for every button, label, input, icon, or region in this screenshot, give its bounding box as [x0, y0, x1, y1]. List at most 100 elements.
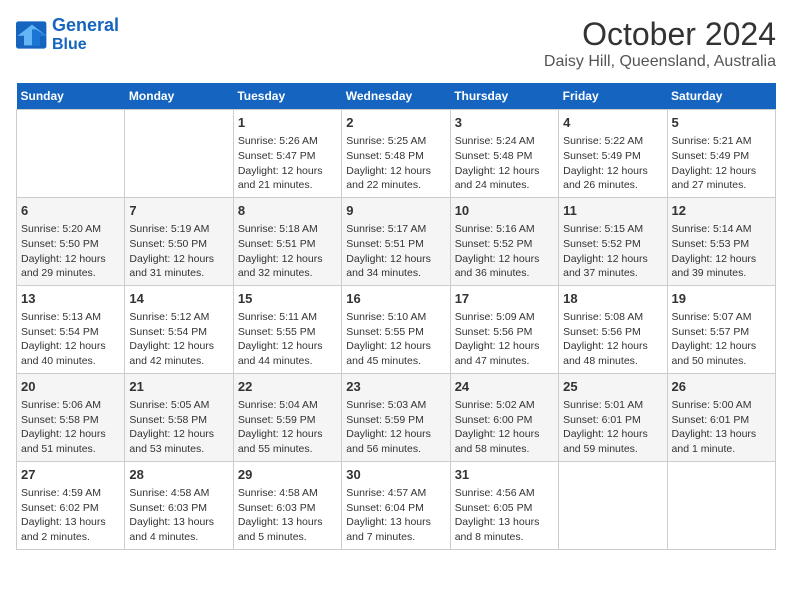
day-info: Sunrise: 5:05 AMSunset: 5:58 PMDaylight:… [129, 398, 228, 457]
day-number: 20 [21, 378, 120, 396]
day-info: Sunrise: 5:00 AMSunset: 6:01 PMDaylight:… [672, 398, 771, 457]
weekday-header: Wednesday [342, 83, 450, 110]
day-number: 16 [346, 290, 445, 308]
calendar-cell: 2 Sunrise: 5:25 AMSunset: 5:48 PMDaylight… [342, 110, 450, 198]
calendar-cell: 31 Sunrise: 4:56 AMSunset: 6:05 PMDayligh… [450, 461, 558, 549]
day-number: 25 [563, 378, 662, 396]
day-number: 12 [672, 202, 771, 220]
logo: General Blue [16, 16, 119, 53]
day-info: Sunrise: 5:21 AMSunset: 5:49 PMDaylight:… [672, 134, 771, 193]
calendar-cell: 25 Sunrise: 5:01 AMSunset: 6:01 PMDayligh… [559, 373, 667, 461]
day-number: 3 [455, 114, 554, 132]
calendar-cell [125, 110, 233, 198]
day-info: Sunrise: 5:24 AMSunset: 5:48 PMDaylight:… [455, 134, 554, 193]
calendar-week-row: 27 Sunrise: 4:59 AMSunset: 6:02 PMDayligh… [17, 461, 776, 549]
weekday-header: Sunday [17, 83, 125, 110]
day-info: Sunrise: 4:57 AMSunset: 6:04 PMDaylight:… [346, 486, 445, 545]
day-info: Sunrise: 5:14 AMSunset: 5:53 PMDaylight:… [672, 222, 771, 281]
calendar-cell: 30 Sunrise: 4:57 AMSunset: 6:04 PMDayligh… [342, 461, 450, 549]
calendar-cell: 28 Sunrise: 4:58 AMSunset: 6:03 PMDayligh… [125, 461, 233, 549]
day-number: 18 [563, 290, 662, 308]
day-info: Sunrise: 5:10 AMSunset: 5:55 PMDaylight:… [346, 310, 445, 369]
day-number: 6 [21, 202, 120, 220]
calendar-cell: 5 Sunrise: 5:21 AMSunset: 5:49 PMDaylight… [667, 110, 775, 198]
page-header: General Blue October 2024 Daisy Hill, Qu… [16, 16, 776, 71]
day-number: 5 [672, 114, 771, 132]
logo-text: General Blue [52, 16, 119, 53]
day-info: Sunrise: 4:58 AMSunset: 6:03 PMDaylight:… [238, 486, 337, 545]
day-number: 24 [455, 378, 554, 396]
calendar-week-row: 6 Sunrise: 5:20 AMSunset: 5:50 PMDaylight… [17, 197, 776, 285]
calendar-cell: 18 Sunrise: 5:08 AMSunset: 5:56 PMDayligh… [559, 285, 667, 373]
day-info: Sunrise: 5:26 AMSunset: 5:47 PMDaylight:… [238, 134, 337, 193]
day-info: Sunrise: 5:19 AMSunset: 5:50 PMDaylight:… [129, 222, 228, 281]
calendar-header: SundayMondayTuesdayWednesdayThursdayFrid… [17, 83, 776, 110]
calendar-cell: 23 Sunrise: 5:03 AMSunset: 5:59 PMDayligh… [342, 373, 450, 461]
day-number: 23 [346, 378, 445, 396]
calendar-table: SundayMondayTuesdayWednesdayThursdayFrid… [16, 83, 776, 550]
day-info: Sunrise: 5:13 AMSunset: 5:54 PMDaylight:… [21, 310, 120, 369]
logo-icon [16, 21, 48, 49]
day-number: 22 [238, 378, 337, 396]
day-info: Sunrise: 4:56 AMSunset: 6:05 PMDaylight:… [455, 486, 554, 545]
calendar-cell: 10 Sunrise: 5:16 AMSunset: 5:52 PMDayligh… [450, 197, 558, 285]
calendar-week-row: 1 Sunrise: 5:26 AMSunset: 5:47 PMDaylight… [17, 110, 776, 198]
day-number: 2 [346, 114, 445, 132]
day-info: Sunrise: 5:02 AMSunset: 6:00 PMDaylight:… [455, 398, 554, 457]
calendar-cell: 22 Sunrise: 5:04 AMSunset: 5:59 PMDayligh… [233, 373, 341, 461]
calendar-cell [17, 110, 125, 198]
calendar-cell [667, 461, 775, 549]
calendar-cell: 27 Sunrise: 4:59 AMSunset: 6:02 PMDayligh… [17, 461, 125, 549]
page-subtitle: Daisy Hill, Queensland, Australia [544, 53, 776, 71]
calendar-cell: 29Sunrise: 4:58 AMSunset: 6:03 PMDayligh… [233, 461, 341, 549]
day-info: Sunrise: 5:25 AMSunset: 5:48 PMDaylight:… [346, 134, 445, 193]
day-number: 4 [563, 114, 662, 132]
day-info: Sunrise: 5:01 AMSunset: 6:01 PMDaylight:… [563, 398, 662, 457]
day-number: 14 [129, 290, 228, 308]
day-info: Sunrise: 5:08 AMSunset: 5:56 PMDaylight:… [563, 310, 662, 369]
calendar-cell [559, 461, 667, 549]
weekday-header: Saturday [667, 83, 775, 110]
calendar-cell: 19Sunrise: 5:07 AMSunset: 5:57 PMDayligh… [667, 285, 775, 373]
day-number: 30 [346, 466, 445, 484]
calendar-cell: 17 Sunrise: 5:09 AMSunset: 5:56 PMDayligh… [450, 285, 558, 373]
calendar-cell: 8 Sunrise: 5:18 AMSunset: 5:51 PMDaylight… [233, 197, 341, 285]
day-info: Sunrise: 5:16 AMSunset: 5:52 PMDaylight:… [455, 222, 554, 281]
day-info: Sunrise: 5:11 AMSunset: 5:55 PMDaylight:… [238, 310, 337, 369]
day-info: Sunrise: 5:22 AMSunset: 5:49 PMDaylight:… [563, 134, 662, 193]
page-title: October 2024 [544, 16, 776, 53]
day-info: Sunrise: 4:59 AMSunset: 6:02 PMDaylight:… [21, 486, 120, 545]
day-number: 27 [21, 466, 120, 484]
title-block: October 2024 Daisy Hill, Queensland, Aus… [544, 16, 776, 71]
day-number: 10 [455, 202, 554, 220]
day-info: Sunrise: 5:17 AMSunset: 5:51 PMDaylight:… [346, 222, 445, 281]
day-info: Sunrise: 5:04 AMSunset: 5:59 PMDaylight:… [238, 398, 337, 457]
day-number: 28 [129, 466, 228, 484]
day-number: 19 [672, 290, 771, 308]
calendar-cell: 16 Sunrise: 5:10 AMSunset: 5:55 PMDayligh… [342, 285, 450, 373]
calendar-cell: 9 Sunrise: 5:17 AMSunset: 5:51 PMDaylight… [342, 197, 450, 285]
weekday-header: Tuesday [233, 83, 341, 110]
day-info: Sunrise: 4:58 AMSunset: 6:03 PMDaylight:… [129, 486, 228, 545]
day-info: Sunrise: 5:18 AMSunset: 5:51 PMDaylight:… [238, 222, 337, 281]
calendar-cell: 21 Sunrise: 5:05 AMSunset: 5:58 PMDayligh… [125, 373, 233, 461]
calendar-cell: 13Sunrise: 5:13 AMSunset: 5:54 PMDayligh… [17, 285, 125, 373]
calendar-week-row: 13Sunrise: 5:13 AMSunset: 5:54 PMDayligh… [17, 285, 776, 373]
calendar-cell: 14 Sunrise: 5:12 AMSunset: 5:54 PMDayligh… [125, 285, 233, 373]
calendar-cell: 7Sunrise: 5:19 AMSunset: 5:50 PMDaylight… [125, 197, 233, 285]
day-info: Sunrise: 5:09 AMSunset: 5:56 PMDaylight:… [455, 310, 554, 369]
day-number: 21 [129, 378, 228, 396]
day-number: 1 [238, 114, 337, 132]
day-number: 8 [238, 202, 337, 220]
day-number: 31 [455, 466, 554, 484]
day-number: 11 [563, 202, 662, 220]
day-number: 17 [455, 290, 554, 308]
day-info: Sunrise: 5:20 AMSunset: 5:50 PMDaylight:… [21, 222, 120, 281]
weekday-header: Thursday [450, 83, 558, 110]
day-number: 9 [346, 202, 445, 220]
day-info: Sunrise: 5:12 AMSunset: 5:54 PMDaylight:… [129, 310, 228, 369]
weekday-header: Monday [125, 83, 233, 110]
calendar-cell: 12 Sunrise: 5:14 AMSunset: 5:53 PMDayligh… [667, 197, 775, 285]
day-info: Sunrise: 5:15 AMSunset: 5:52 PMDaylight:… [563, 222, 662, 281]
day-info: Sunrise: 5:03 AMSunset: 5:59 PMDaylight:… [346, 398, 445, 457]
